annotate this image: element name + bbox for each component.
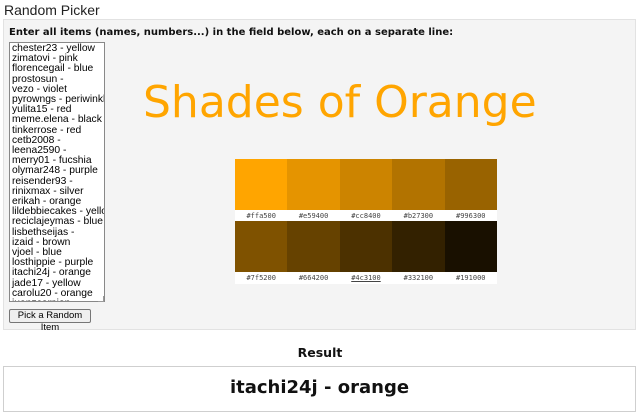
- swatch: #e59400: [287, 159, 340, 222]
- swatch-color: [287, 159, 340, 210]
- swatch-label: #191000: [444, 272, 497, 284]
- items-textarea[interactable]: [9, 42, 105, 302]
- result-box: itachi24j - orange: [3, 366, 636, 412]
- swatch-row-1: #ffa500 #e59400 #cc8400 #b27300 #996300: [235, 159, 497, 222]
- swatch-color: [339, 159, 393, 210]
- swatch-color: [339, 221, 393, 272]
- swatch: #191000: [444, 221, 497, 284]
- swatch: #4c3100: [339, 221, 393, 284]
- swatch-color: [235, 159, 288, 210]
- swatch: #996300: [444, 159, 497, 222]
- swatch-label: #4c3100: [339, 272, 393, 284]
- swatch: #b27300: [392, 159, 445, 222]
- swatch-row-2: #7f5200 #664200 #4c3100 #332100 #191000: [235, 221, 497, 284]
- swatch-color: [444, 221, 497, 272]
- swatch: #7f5200: [235, 221, 288, 284]
- swatch-label: #332100: [392, 272, 445, 284]
- swatch-label: #7f5200: [235, 272, 288, 284]
- resize-grip-icon[interactable]: [98, 296, 104, 302]
- swatch-color: [392, 159, 445, 210]
- swatch-color: [235, 221, 288, 272]
- swatch: #664200: [287, 221, 340, 284]
- result-value: itachi24j - orange: [229, 377, 410, 398]
- pick-random-item-button[interactable]: Pick a Random Item: [9, 309, 91, 333]
- swatch: #332100: [392, 221, 445, 284]
- shades-of-orange-title: Shades of Orange: [143, 77, 537, 128]
- instructions-text: Enter all items (names, numbers...) in t…: [9, 27, 454, 38]
- swatch-color: [444, 159, 497, 210]
- swatch: #cc8400: [339, 159, 393, 222]
- swatch: #ffa500: [235, 159, 288, 222]
- swatch-color: [287, 221, 340, 272]
- swatch-label: #664200: [287, 272, 340, 284]
- result-heading: Result: [297, 345, 343, 360]
- app-title: Random Picker: [4, 2, 100, 18]
- swatch-color: [392, 221, 445, 272]
